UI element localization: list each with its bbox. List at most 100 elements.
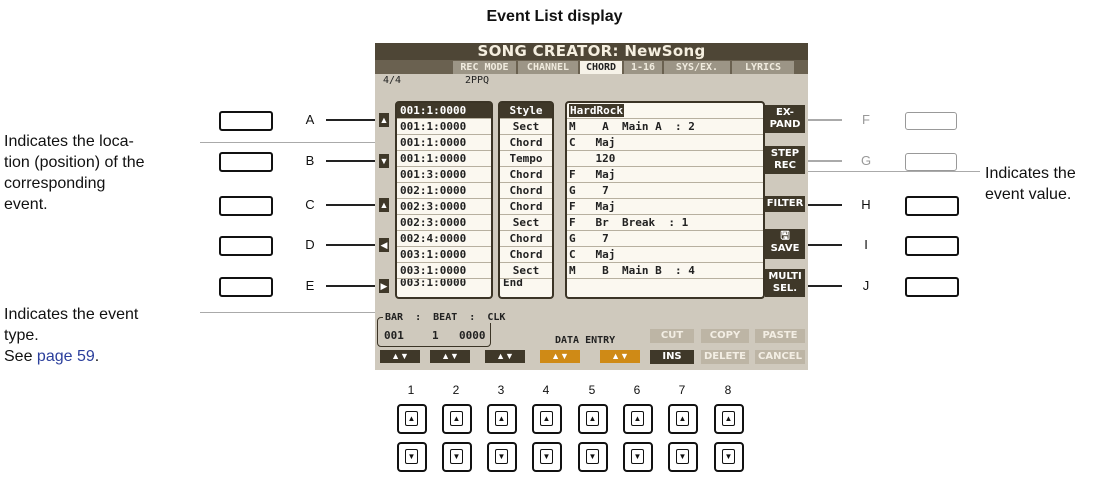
- button-up[interactable]: ▲: [532, 404, 562, 434]
- cancel-button[interactable]: CANCEL: [755, 350, 805, 364]
- event-type-cell[interactable]: Chord: [500, 183, 552, 199]
- event-type-note: Indicates the event type. See page 59.: [4, 304, 138, 367]
- multi-select-button[interactable]: MULTI SEL.: [765, 269, 805, 297]
- event-position-cell[interactable]: 001:1:0000: [397, 119, 491, 135]
- button-down[interactable]: ▼: [714, 442, 744, 472]
- event-position-cell[interactable]: 002:3:0000: [397, 215, 491, 231]
- tab-channel[interactable]: CHANNEL: [518, 61, 578, 74]
- event-value-cell[interactable]: G 7: [567, 231, 763, 247]
- button-up[interactable]: ▲: [668, 404, 698, 434]
- letter-i: I: [864, 237, 868, 252]
- event-value-cell[interactable]: C Maj: [567, 135, 763, 151]
- event-position-cell[interactable]: 001:3:0000: [397, 167, 491, 183]
- button-down[interactable]: ▼: [668, 442, 698, 472]
- ppq-value: 2PPQ: [465, 75, 490, 86]
- down-arrow-icon[interactable]: ▼: [379, 154, 389, 168]
- delete-button[interactable]: DELETE: [701, 350, 749, 364]
- right-button-i[interactable]: [905, 236, 959, 256]
- event-value-cell[interactable]: 120: [567, 151, 763, 167]
- left-button-b[interactable]: [219, 152, 273, 172]
- right-arrow-icon[interactable]: ▶: [379, 279, 389, 293]
- clk-up-down-arrows[interactable]: ▲▼: [485, 350, 525, 363]
- right-button-j[interactable]: [905, 277, 959, 297]
- button-up[interactable]: ▲: [578, 404, 608, 434]
- letter-b: B: [305, 153, 315, 168]
- bar-up-down-arrows[interactable]: ▲▼: [380, 350, 420, 363]
- event-type-cell[interactable]: Chord: [500, 247, 552, 263]
- event-position-cell[interactable]: 001:1:0000: [397, 135, 491, 151]
- event-type-cell[interactable]: Chord: [500, 231, 552, 247]
- beat-value: 1: [432, 329, 439, 342]
- event-type-cell[interactable]: Chord: [500, 167, 552, 183]
- step-rec-button[interactable]: STEP REC: [765, 146, 805, 174]
- ins-button[interactable]: INS: [650, 350, 694, 364]
- event-type-cell[interactable]: Chord: [500, 199, 552, 215]
- button-up[interactable]: ▲: [487, 404, 517, 434]
- event-value-text: A Main A : 2: [575, 120, 695, 133]
- cut-label: CUT: [650, 329, 694, 343]
- button-down[interactable]: ▼: [442, 442, 472, 472]
- button-down[interactable]: ▼: [623, 442, 653, 472]
- button-up[interactable]: ▲: [397, 404, 427, 434]
- expand-button[interactable]: EX- PAND: [765, 105, 805, 133]
- event-position-cell[interactable]: 001:1:0000: [397, 151, 491, 167]
- event-type-cell[interactable]: Sect: [500, 119, 552, 135]
- tab-sys-ex[interactable]: SYS/EX.: [664, 61, 730, 74]
- event-position-cell[interactable]: 002:4:0000: [397, 231, 491, 247]
- leader-c: [326, 204, 378, 206]
- button-down[interactable]: ▼: [578, 442, 608, 472]
- data-entry-large-arrows[interactable]: ▲▼: [540, 350, 580, 363]
- event-value-root: F: [569, 200, 576, 213]
- up-triangle-icon: ▲: [631, 411, 644, 426]
- left-button-e[interactable]: [219, 277, 273, 297]
- left-button-c[interactable]: [219, 196, 273, 216]
- tab-rec-mode[interactable]: REC MODE: [453, 61, 516, 74]
- event-value-root: M: [569, 120, 576, 133]
- data-entry-small-arrows[interactable]: ▲▼: [600, 350, 640, 363]
- event-value-cell[interactable]: F Br Break : 1: [567, 215, 763, 231]
- button-up[interactable]: ▲: [442, 404, 472, 434]
- event-value-cell[interactable]: M B Main B : 4: [567, 263, 763, 279]
- button-down[interactable]: ▼: [532, 442, 562, 472]
- event-value-cell[interactable]: G 7: [567, 183, 763, 199]
- event-type-cell[interactable]: Sect: [500, 263, 552, 279]
- right-button-f[interactable]: [905, 112, 957, 130]
- right-button-g[interactable]: [905, 153, 957, 171]
- tab-lyrics[interactable]: LYRICS: [732, 61, 794, 74]
- right-button-h[interactable]: [905, 196, 959, 216]
- leader-h: [808, 204, 842, 206]
- event-type-cell[interactable]: Chord: [500, 135, 552, 151]
- lcd-screen: SONG CREATOR: NewSong REC MODE CHANNEL C…: [375, 43, 808, 370]
- button-number-label: 6: [633, 383, 641, 397]
- left-arrow-icon[interactable]: ◀: [379, 238, 389, 252]
- event-position-cell[interactable]: 002:3:0000: [397, 199, 491, 215]
- event-value-cell[interactable]: F Maj: [567, 167, 763, 183]
- event-value-cell[interactable]: C Maj: [567, 247, 763, 263]
- event-type-cell[interactable]: Style: [500, 103, 552, 119]
- top-arrow-icon[interactable]: ▲: [379, 198, 389, 212]
- up-arrow-icon[interactable]: ▲: [379, 113, 389, 127]
- event-type-cell[interactable]: Sect: [500, 215, 552, 231]
- event-position-cell[interactable]: 003:1:0000: [397, 263, 491, 279]
- button-down[interactable]: ▼: [397, 442, 427, 472]
- event-type-cell[interactable]: Tempo: [500, 151, 552, 167]
- event-position-cell[interactable]: 002:1:0000: [397, 183, 491, 199]
- button-up[interactable]: ▲: [714, 404, 744, 434]
- beat-up-down-arrows[interactable]: ▲▼: [430, 350, 470, 363]
- event-position-cell[interactable]: 001:1:0000: [397, 103, 491, 119]
- tab-1-16[interactable]: 1-16: [624, 61, 662, 74]
- page-link[interactable]: page 59: [37, 348, 95, 365]
- filter-button[interactable]: FILTER: [765, 196, 805, 212]
- left-button-a[interactable]: [219, 111, 273, 131]
- event-value-text: Maj: [575, 136, 616, 149]
- event-value-cell[interactable]: HardRock: [567, 103, 763, 119]
- button-up[interactable]: ▲: [623, 404, 653, 434]
- button-down[interactable]: ▼: [487, 442, 517, 472]
- left-button-d[interactable]: [219, 236, 273, 256]
- save-button[interactable]: 🖫 SAVE: [765, 229, 805, 259]
- event-value-cell[interactable]: F Maj: [567, 199, 763, 215]
- tab-chord[interactable]: CHORD: [580, 61, 622, 74]
- event-position-cell[interactable]: 003:1:0000: [397, 247, 491, 263]
- event-type-note-line1: Indicates the event: [4, 306, 139, 323]
- event-value-cell[interactable]: M A Main A : 2: [567, 119, 763, 135]
